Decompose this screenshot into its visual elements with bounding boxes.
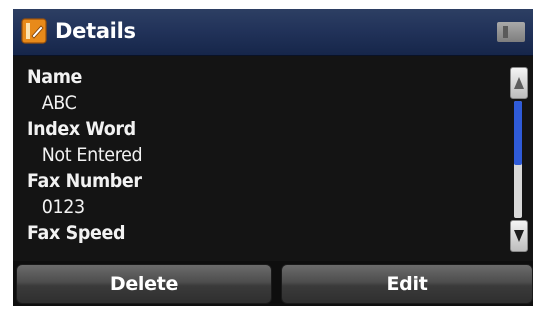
memory-card-icon bbox=[497, 22, 525, 42]
scrollbar[interactable] bbox=[510, 67, 528, 252]
details-panel: Name ABC Index Word Not Entered Fax Number 01… bbox=[13, 56, 533, 261]
scroll-thumb[interactable] bbox=[514, 101, 522, 165]
details-screen: Details Name ABC Index Word Not Entered Fax … bbox=[13, 9, 533, 306]
page-title: Details bbox=[55, 19, 136, 43]
scroll-down-button[interactable] bbox=[510, 220, 528, 252]
detail-field-list: Name ABC Index Word Not Entered Fax Number 01… bbox=[27, 64, 152, 246]
arrow-down-icon bbox=[514, 230, 524, 242]
scroll-up-button[interactable] bbox=[510, 67, 528, 99]
field-value: ABC bbox=[41, 92, 77, 114]
field-value: 0123 bbox=[41, 196, 85, 218]
arrow-up-icon bbox=[514, 77, 524, 89]
field-label: Fax Number bbox=[27, 170, 142, 192]
field-value: Not Entered bbox=[41, 144, 143, 166]
edit-button[interactable]: Edit bbox=[281, 264, 533, 304]
scroll-track[interactable] bbox=[514, 101, 522, 218]
field-label: Fax Speed bbox=[27, 222, 126, 244]
field-label: Name bbox=[27, 66, 83, 88]
title-bar: Details bbox=[13, 9, 533, 56]
field-label: Index Word bbox=[27, 118, 136, 140]
action-bar: Delete Edit bbox=[13, 261, 533, 306]
contact-book-icon bbox=[21, 18, 47, 44]
delete-button[interactable]: Delete bbox=[16, 264, 272, 304]
